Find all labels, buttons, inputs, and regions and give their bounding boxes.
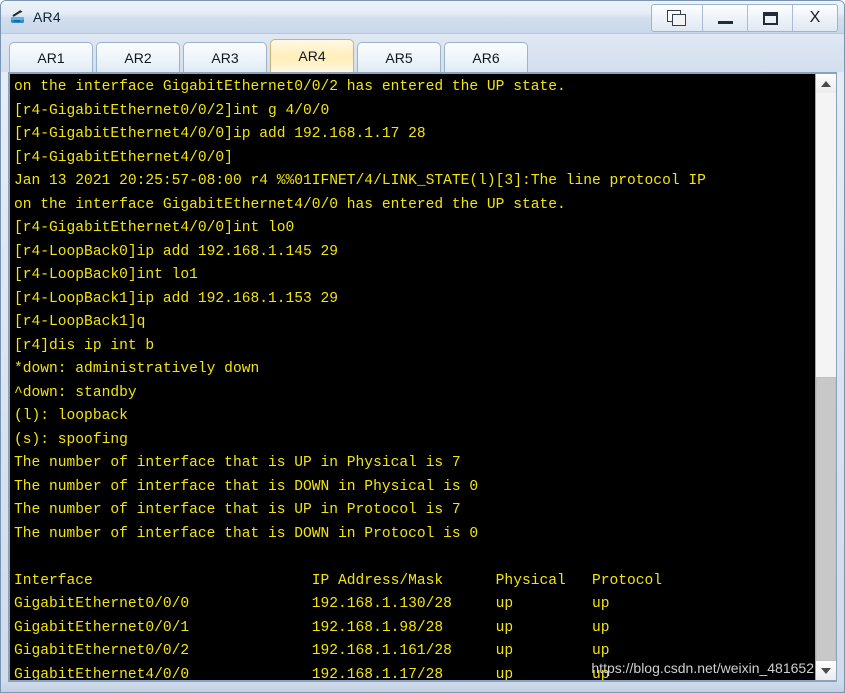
tab-label: AR2 [124,49,152,66]
restore-stack-icon [667,9,687,27]
minimize-button[interactable] [703,5,748,31]
terminal-line: GigabitEthernet4/0/0 192.168.1.17/28 up … [14,666,610,681]
terminal-line: [r4-LoopBack1]q [14,314,146,330]
terminal-line: [r4-LoopBack1]ip add 192.168.1.153 29 [14,290,339,307]
window-controls: X [651,4,838,32]
terminal-line: [r4]dis ip int b [14,337,155,354]
terminal-line: GigabitEthernet0/0/2 192.168.1.161/28 up… [14,643,610,659]
terminal-line: Interface IP Address/Mask Physical Proto… [14,572,663,589]
maximize-icon [762,11,778,25]
terminal-line: [r4-GigabitEthernet0/0/2]int g 4/0/0 [14,102,330,119]
terminal-line: (l): loopback [14,408,128,424]
terminal-line: [r4-GigabitEthernet4/0/0]ip add 192.168.… [14,126,426,142]
terminal-line: The number of interface that is UP in Ph… [14,455,461,471]
tab-label: AR1 [37,49,65,66]
tab-label: AR3 [211,49,239,66]
tab-ar3[interactable]: AR3 [183,42,267,72]
title-bar: AR4 X [1,1,844,34]
restore-all-button[interactable] [652,5,703,31]
terminal-line: ^down: standby [14,384,137,401]
close-icon: X [809,9,821,26]
chevron-down-icon [821,667,831,674]
device-tab-strip: AR1 AR2 AR3 AR4 AR5 AR6 [1,34,844,72]
terminal-line: The number of interface that is DOWN in … [14,525,479,542]
terminal-line: [r4-GigabitEthernet4/0/0] [14,149,233,166]
minimize-icon [717,20,733,24]
terminal-line: The number of interface that is UP in Pr… [14,502,461,518]
terminal-line: [r4-GigabitEthernet4/0/0]int lo0 [14,220,295,236]
chevron-up-icon [821,80,831,87]
terminal-scrollbar[interactable] [815,74,836,680]
scrollbar-thumb[interactable] [816,377,836,661]
terminal-output[interactable]: on the interface GigabitEthernet0/0/2 ha… [10,74,815,680]
terminal-line: (s): spoofing [14,431,128,448]
close-button[interactable]: X [793,5,837,31]
tab-label: AR4 [298,48,326,64]
terminal-line: on the interface GigabitEthernet0/0/2 ha… [14,79,566,95]
tab-label: AR6 [472,49,500,66]
ar4-console-window: AR4 X AR1 AR2 AR3 AR4 AR5 AR6 on the int… [0,0,845,693]
scroll-down-button[interactable] [816,661,836,680]
terminal-line: The number of interface that is DOWN in … [14,478,479,495]
terminal-line: Jan 13 2021 20:25:57-08:00 r4 %%01IFNET/… [14,173,706,189]
tab-ar1[interactable]: AR1 [9,42,93,72]
terminal-line: *down: administratively down [14,361,260,377]
tab-ar6[interactable]: AR6 [444,42,528,72]
scroll-up-button[interactable] [816,74,836,93]
window-bottom-chrome [1,682,844,692]
terminal-line: [r4-LoopBack0]int lo1 [14,267,198,283]
terminal-line: on the interface GigabitEthernet4/0/0 ha… [14,196,566,213]
tab-ar2[interactable]: AR2 [96,42,180,72]
terminal-line: GigabitEthernet0/0/1 192.168.1.98/28 up … [14,619,610,636]
scrollbar-track[interactable] [816,93,836,661]
router-icon [9,8,27,26]
window-title: AR4 [33,9,61,25]
terminal-line: GigabitEthernet0/0/0 192.168.1.130/28 up… [14,596,610,612]
terminal-line: [r4-LoopBack0]ip add 192.168.1.145 29 [14,243,339,260]
terminal-frame: on the interface GigabitEthernet0/0/2 ha… [8,72,837,682]
maximize-button[interactable] [748,5,793,31]
tab-ar5[interactable]: AR5 [357,42,441,72]
tab-label: AR5 [385,49,413,66]
tab-ar4[interactable]: AR4 [270,39,354,72]
